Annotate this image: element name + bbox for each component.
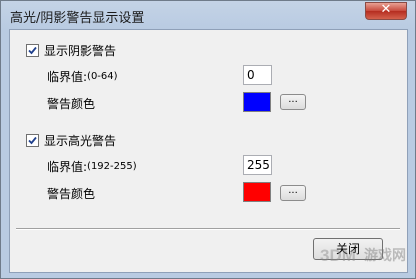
highlight-threshold-range: (192-255) — [87, 161, 137, 172]
checkmark-icon — [28, 46, 37, 55]
shadow-threshold-label-group: 临界值: (0-64) — [47, 68, 118, 85]
highlight-threshold-label-group: 临界值: (192-255) — [47, 158, 137, 175]
highlight-color-label: 警告颜色 — [47, 187, 96, 201]
shadow-warning-checkbox[interactable] — [26, 44, 39, 57]
shadow-warning-label: 显示阴影警告 — [44, 44, 117, 58]
highlight-threshold-label: 临界值: — [47, 160, 88, 174]
dialog-window: 高光/阴影警告显示设置 ✕ 显示阴影警告 临界值: (0-64) 0 警告颜色 … — [0, 0, 416, 279]
close-dialog-button[interactable]: 关闭 — [313, 238, 383, 260]
shadow-color-swatch — [243, 92, 271, 112]
shadow-threshold-range: (0-64) — [87, 71, 118, 82]
highlight-warning-checkbox[interactable] — [26, 134, 39, 147]
shadow-color-picker-button[interactable]: ... — [280, 94, 306, 110]
checkmark-icon — [28, 136, 37, 145]
shadow-color-label: 警告颜色 — [47, 97, 96, 111]
window-title: 高光/阴影警告显示设置 — [10, 11, 145, 26]
dialog-content: 显示阴影警告 临界值: (0-64) 0 警告颜色 ... 显示高光警告 临界值… — [9, 29, 408, 273]
highlight-color-swatch — [243, 182, 271, 202]
shadow-threshold-input[interactable]: 0 — [243, 65, 272, 85]
window-close-button[interactable]: ✕ — [365, 2, 407, 20]
footer-separator — [16, 228, 400, 230]
title-bar: 高光/阴影警告显示设置 ✕ — [1, 1, 415, 29]
shadow-threshold-label: 临界值: — [47, 70, 88, 84]
highlight-warning-label: 显示高光警告 — [44, 134, 117, 148]
highlight-color-picker-button[interactable]: ... — [280, 185, 306, 201]
shadow-warning-toggle[interactable]: 显示阴影警告 — [26, 42, 116, 59]
close-icon: ✕ — [380, 2, 392, 17]
shadow-color-label-group: 警告颜色 — [47, 95, 95, 112]
highlight-color-label-group: 警告颜色 — [47, 185, 95, 202]
highlight-warning-toggle[interactable]: 显示高光警告 — [26, 132, 116, 149]
highlight-threshold-input[interactable]: 255 — [243, 155, 272, 175]
